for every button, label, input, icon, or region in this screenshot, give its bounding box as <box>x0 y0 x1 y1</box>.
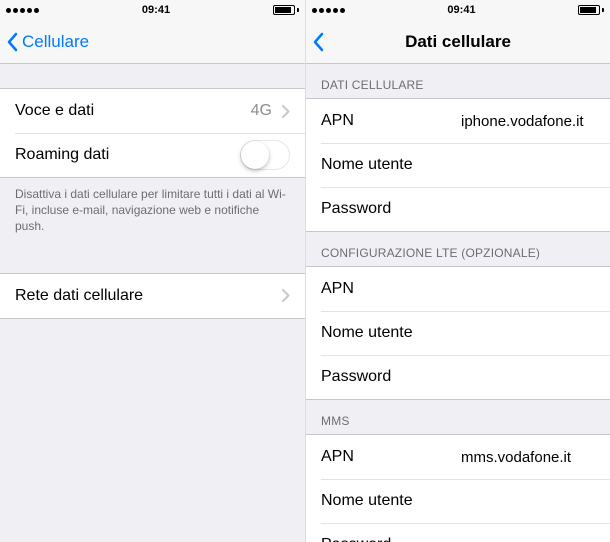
group-mms: APN mms.vodafone.it Nome utente Password <box>306 434 610 542</box>
roaming-toggle[interactable] <box>240 140 290 170</box>
back-button[interactable]: Cellulare <box>6 32 89 52</box>
group-data-cellulare: APN iphone.vodafone.it Nome utente Passw… <box>306 98 610 232</box>
row-username[interactable]: Nome utente <box>306 311 610 355</box>
signal-icon <box>6 8 39 13</box>
row-password[interactable]: Password <box>306 187 610 231</box>
field-label: APN <box>321 448 421 466</box>
row-password[interactable]: Password <box>306 355 610 399</box>
status-bar: 09:41 <box>306 0 610 20</box>
content-area: Voce e dati 4G Roaming dati Disattiva i … <box>0 64 305 542</box>
phone-left: 09:41 Cellulare Voce e dati 4G Roaming d… <box>0 0 305 542</box>
nav-bar: Dati cellulare <box>306 20 610 64</box>
chevron-left-icon <box>6 32 18 52</box>
nav-title: Dati cellulare <box>306 32 610 52</box>
back-label: Cellulare <box>22 32 89 52</box>
field-label: Nome utente <box>321 156 421 174</box>
status-time: 09:41 <box>447 4 475 16</box>
field-label: Password <box>321 368 421 386</box>
group-options: Voce e dati 4G Roaming dati <box>0 88 305 178</box>
battery-icon <box>578 5 604 15</box>
status-time: 09:41 <box>142 4 170 16</box>
signal-icon <box>312 8 345 13</box>
field-value[interactable]: mms.vodafone.it <box>421 449 595 466</box>
footer-note: Disattiva i dati cellulare per limitare … <box>0 178 305 249</box>
status-bar: 09:41 <box>0 0 305 20</box>
row-label: Rete dati cellulare <box>15 287 143 305</box>
field-label: Nome utente <box>321 324 421 342</box>
row-apn[interactable]: APN <box>306 267 610 311</box>
field-label: Password <box>321 200 421 218</box>
row-username[interactable]: Nome utente <box>306 479 610 523</box>
field-label: APN <box>321 112 421 130</box>
content-area: DATI CELLULARE APN iphone.vodafone.it No… <box>306 64 610 542</box>
field-label: Password <box>321 536 421 542</box>
back-button[interactable] <box>312 32 328 52</box>
field-label: APN <box>321 280 421 298</box>
row-value: 4G <box>251 102 272 120</box>
row-apn[interactable]: APN mms.vodafone.it <box>306 435 610 479</box>
row-network-data[interactable]: Rete dati cellulare <box>0 274 305 318</box>
row-label: Roaming dati <box>15 146 109 164</box>
row-username[interactable]: Nome utente <box>306 143 610 187</box>
field-label: Nome utente <box>321 492 421 510</box>
group-lte: APN Nome utente Password <box>306 266 610 400</box>
section-header-mms: MMS <box>306 400 610 434</box>
group-network: Rete dati cellulare <box>0 273 305 319</box>
chevron-left-icon <box>312 32 324 52</box>
row-voice-data[interactable]: Voce e dati 4G <box>0 89 305 133</box>
nav-bar: Cellulare <box>0 20 305 64</box>
chevron-right-icon <box>282 289 290 302</box>
section-header-data: DATI CELLULARE <box>306 64 610 98</box>
row-roaming: Roaming dati <box>0 133 305 177</box>
row-label: Voce e dati <box>15 102 94 120</box>
section-header-lte: CONFIGURAZIONE LTE (OPZIONALE) <box>306 232 610 266</box>
phone-right: 09:41 Dati cellulare DATI CELLULARE APN … <box>305 0 610 542</box>
field-value[interactable]: iphone.vodafone.it <box>421 113 595 130</box>
chevron-right-icon <box>282 105 290 118</box>
row-password[interactable]: Password <box>306 523 610 542</box>
battery-icon <box>273 5 299 15</box>
row-apn[interactable]: APN iphone.vodafone.it <box>306 99 610 143</box>
